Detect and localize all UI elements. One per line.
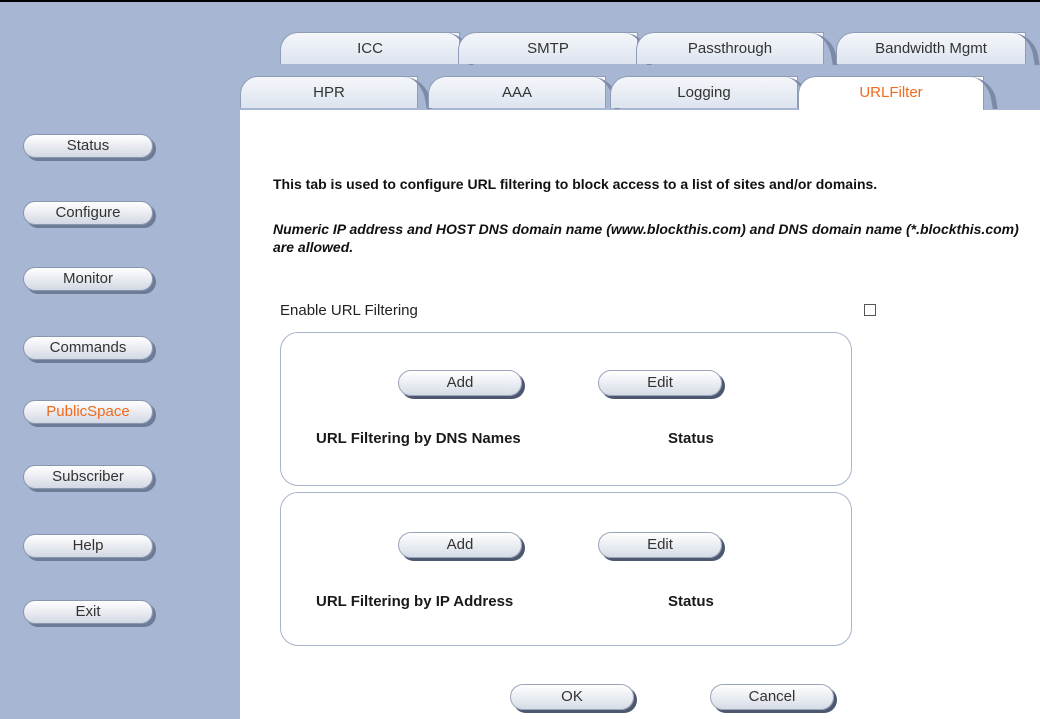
ip-filter-title: URL Filtering by IP Address: [316, 593, 514, 610]
tab-label: ICC: [357, 40, 383, 57]
ok-button[interactable]: OK: [510, 684, 634, 710]
nav-subscriber-button[interactable]: Subscriber: [23, 465, 153, 489]
tab-label: Logging: [677, 84, 731, 101]
nav-publicspace-button[interactable]: PublicSpace: [23, 400, 153, 424]
nav-configure-button[interactable]: Configure: [23, 201, 153, 225]
button-label: Cancel: [748, 688, 796, 705]
dns-filter-group: [280, 332, 852, 486]
enable-url-filtering-checkbox[interactable]: [864, 304, 876, 316]
tab-logging[interactable]: Logging: [610, 76, 798, 108]
nav-label: Configure: [55, 204, 121, 221]
nav-exit-button[interactable]: Exit: [23, 600, 153, 624]
nav-label: Commands: [49, 339, 127, 356]
tab-urlfilter[interactable]: URLFilter: [798, 76, 984, 110]
tab-bandwidth-mgmt[interactable]: Bandwidth Mgmt: [836, 32, 1026, 64]
ip-edit-button[interactable]: Edit: [598, 532, 722, 558]
nav-label: Status: [66, 137, 110, 154]
intro-text: This tab is used to configure URL filter…: [273, 176, 878, 192]
nav-commands-button[interactable]: Commands: [23, 336, 153, 360]
nav-status-button[interactable]: Status: [23, 134, 153, 158]
nav-label: Subscriber: [52, 468, 124, 485]
ip-status-header: Status: [668, 593, 714, 610]
button-label: OK: [561, 688, 583, 705]
nav-label: Help: [72, 537, 104, 554]
ip-filter-group: [280, 492, 852, 646]
button-label: Edit: [647, 536, 673, 553]
nav-label: Monitor: [62, 270, 114, 287]
tab-smtp[interactable]: SMTP: [458, 32, 638, 64]
dns-add-button[interactable]: Add: [398, 370, 522, 396]
button-label: Edit: [647, 374, 673, 391]
tab-label: HPR: [313, 84, 345, 101]
nav-monitor-button[interactable]: Monitor: [23, 267, 153, 291]
note-text: Numeric IP address and HOST DNS domain n…: [273, 221, 1019, 255]
ip-add-button[interactable]: Add: [398, 532, 522, 558]
nav-label: PublicSpace: [46, 403, 130, 420]
cancel-button[interactable]: Cancel: [710, 684, 834, 710]
tab-label: Bandwidth Mgmt: [875, 40, 987, 57]
tab-label: Passthrough: [687, 40, 773, 57]
dns-status-header: Status: [668, 430, 714, 447]
tab-passthrough[interactable]: Passthrough: [636, 32, 824, 64]
dns-edit-button[interactable]: Edit: [598, 370, 722, 396]
tab-label: URLFilter: [859, 84, 923, 101]
tab-aaa[interactable]: AAA: [428, 76, 606, 108]
button-label: Add: [446, 536, 474, 553]
tab-hpr[interactable]: HPR: [240, 76, 418, 108]
tab-label: AAA: [501, 84, 532, 101]
tab-label: SMTP: [527, 40, 569, 57]
dns-filter-title: URL Filtering by DNS Names: [316, 430, 521, 447]
nav-label: Exit: [75, 603, 101, 620]
button-label: Add: [446, 374, 474, 391]
nav-help-button[interactable]: Help: [23, 534, 153, 558]
tab-icc[interactable]: ICC: [280, 32, 460, 64]
enable-url-filtering-label: Enable URL Filtering: [280, 302, 418, 319]
app-frame: ICC SMTP Passthrough Bandwidth Mgmt HPR …: [0, 0, 1040, 719]
